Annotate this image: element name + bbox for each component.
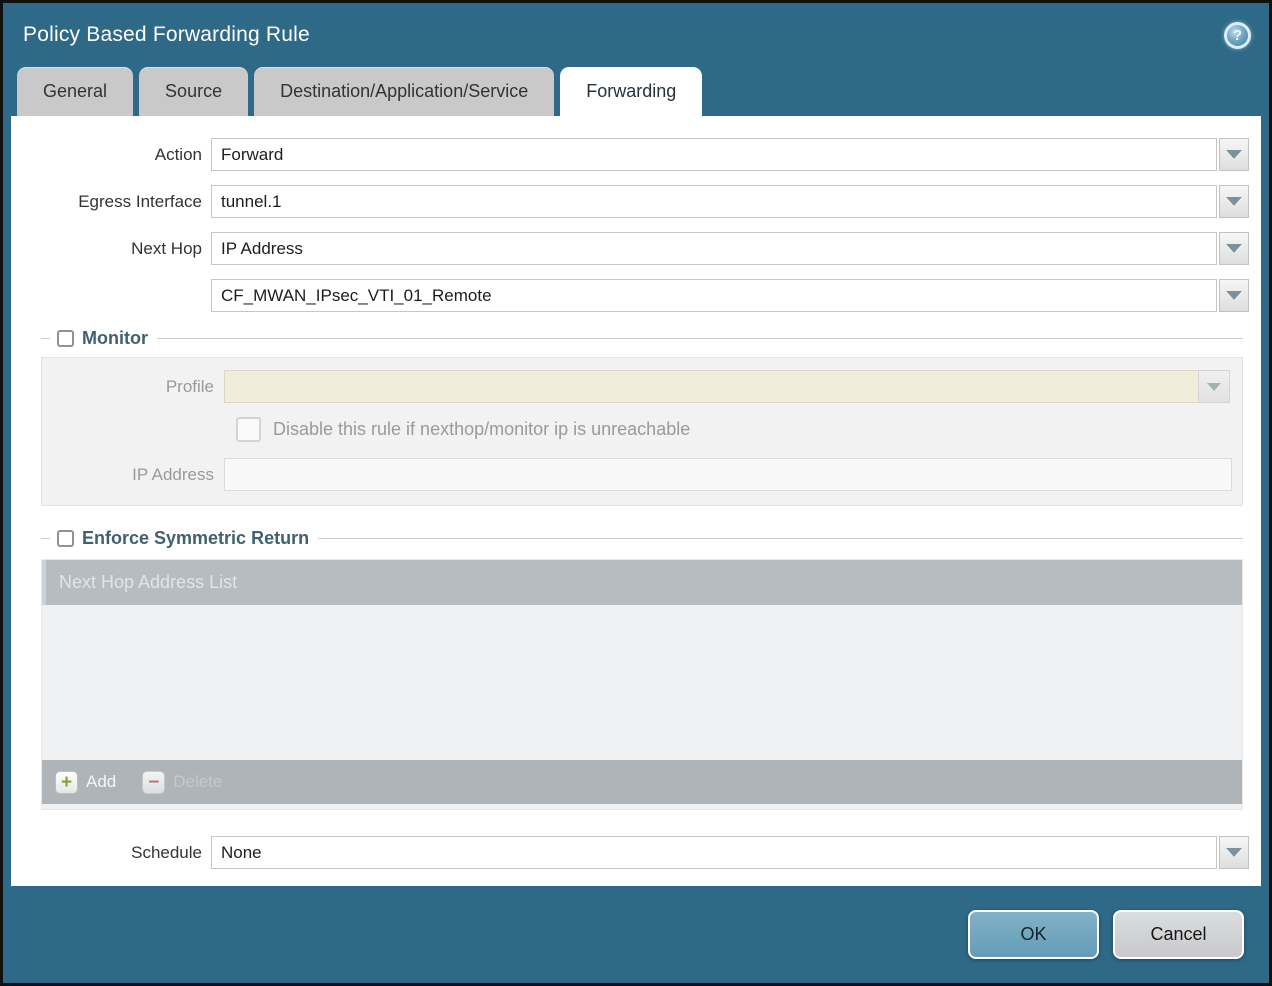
tab-forwarding-label: Forwarding <box>586 81 676 102</box>
tab-general[interactable]: General <box>17 67 133 116</box>
monitor-legend-label: Monitor <box>82 328 148 349</box>
delete-button: − Delete <box>142 771 222 794</box>
symmetric-return-fieldset: Enforce Symmetric Return Next Hop Addres… <box>41 526 1243 810</box>
schedule-input[interactable] <box>211 836 1217 869</box>
next-hop-address-row <box>11 279 1249 312</box>
schedule-row: Schedule <box>11 836 1249 869</box>
egress-interface-row: Egress Interface <box>11 185 1249 218</box>
chevron-down-icon <box>1226 291 1242 300</box>
table-toolbar: + Add − Delete <box>42 760 1242 804</box>
chevron-down-icon <box>1226 848 1242 857</box>
table-header: Next Hop Address List <box>42 560 1242 605</box>
disable-rule-row: Disable this rule if nexthop/monitor ip … <box>236 417 1234 442</box>
forwarding-tab-panel: Action Egress Interface Next Hop <box>11 116 1261 886</box>
dialog-titlebar: Policy Based Forwarding Rule ? <box>3 3 1269 67</box>
egress-interface-input[interactable] <box>211 185 1217 218</box>
profile-dropdown-button <box>1198 370 1230 403</box>
help-glyph: ? <box>1233 27 1242 44</box>
next-hop-address-dropdown-button[interactable] <box>1219 279 1249 312</box>
help-icon[interactable]: ? <box>1224 22 1251 49</box>
chevron-down-icon <box>1226 197 1242 206</box>
next-hop-row: Next Hop <box>11 232 1249 265</box>
egress-interface-label: Egress Interface <box>11 192 211 212</box>
action-dropdown-button[interactable] <box>1219 138 1249 171</box>
symmetric-return-checkbox[interactable] <box>57 530 74 547</box>
legend-line <box>41 338 50 339</box>
next-hop-label: Next Hop <box>11 239 211 259</box>
chevron-down-icon <box>1226 244 1242 253</box>
delete-button-label: Delete <box>173 772 222 792</box>
monitor-fieldset: Monitor Profile Disable this rule if nex… <box>41 326 1243 506</box>
action-row: Action <box>11 138 1249 171</box>
add-button-label: Add <box>86 772 116 792</box>
ok-button[interactable]: OK <box>968 910 1099 959</box>
tab-destination-application-service[interactable]: Destination/Application/Service <box>254 67 554 116</box>
action-label: Action <box>11 145 211 165</box>
tab-forwarding[interactable]: Forwarding <box>560 67 702 116</box>
monitor-ip-address-input <box>224 458 1232 491</box>
legend-line <box>157 338 1243 339</box>
next-hop-address-input[interactable] <box>211 279 1217 312</box>
tab-general-label: General <box>43 81 107 102</box>
tab-destination-label: Destination/Application/Service <box>280 81 528 102</box>
table-body[interactable] <box>42 605 1242 760</box>
egress-interface-dropdown-button[interactable] <box>1219 185 1249 218</box>
monitor-legend: Monitor <box>41 326 1243 350</box>
tab-source-label: Source <box>165 81 222 102</box>
next-hop-dropdown-button[interactable] <box>1219 232 1249 265</box>
schedule-dropdown-button[interactable] <box>1219 836 1249 869</box>
legend-line <box>41 538 50 539</box>
tab-bar: General Source Destination/Application/S… <box>3 67 1269 116</box>
tab-source[interactable]: Source <box>139 67 248 116</box>
profile-label: Profile <box>42 377 224 397</box>
profile-input <box>224 370 1198 403</box>
schedule-label: Schedule <box>11 843 211 863</box>
profile-row: Profile <box>42 370 1234 403</box>
symmetric-return-legend: Enforce Symmetric Return <box>41 526 1243 550</box>
chevron-down-icon <box>1207 383 1221 391</box>
action-input[interactable] <box>211 138 1217 171</box>
next-hop-address-list-table: Next Hop Address List + Add − Delete <box>41 559 1243 810</box>
minus-icon: − <box>142 771 165 794</box>
monitor-ip-address-label: IP Address <box>42 465 224 485</box>
chevron-down-icon <box>1226 150 1242 159</box>
disable-rule-label: Disable this rule if nexthop/monitor ip … <box>273 419 690 440</box>
legend-line <box>318 538 1243 539</box>
add-button[interactable]: + Add <box>55 771 116 794</box>
dialog-footer: OK Cancel <box>3 886 1269 983</box>
monitor-checkbox[interactable] <box>57 330 74 347</box>
next-hop-type-input[interactable] <box>211 232 1217 265</box>
dialog-title: Policy Based Forwarding Rule <box>23 23 310 47</box>
disable-rule-checkbox <box>236 417 261 442</box>
symmetric-return-legend-label: Enforce Symmetric Return <box>82 528 309 549</box>
monitor-ip-address-row: IP Address <box>42 458 1234 491</box>
plus-icon: + <box>55 771 78 794</box>
monitor-body: Profile Disable this rule if nexthop/mon… <box>41 357 1243 506</box>
cancel-button[interactable]: Cancel <box>1113 910 1244 959</box>
table-header-label: Next Hop Address List <box>59 572 237 593</box>
pbf-rule-dialog: Policy Based Forwarding Rule ? General S… <box>0 0 1272 986</box>
